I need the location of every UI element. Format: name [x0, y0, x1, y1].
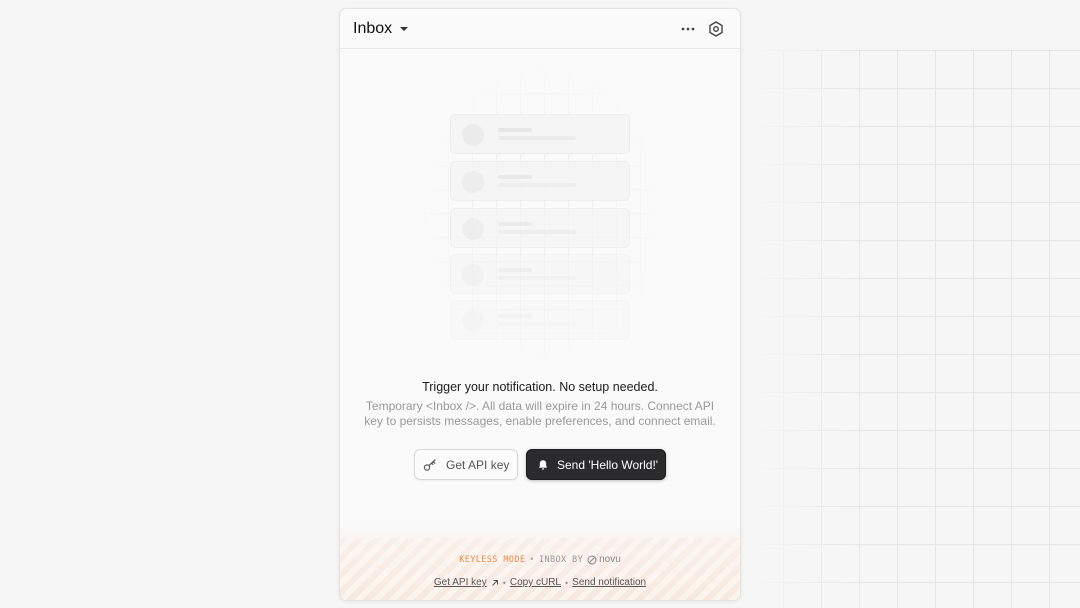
footer-fade [340, 524, 740, 538]
placeholder-line [498, 222, 532, 226]
placeholder-avatar [462, 171, 484, 193]
footer-link-send-notification[interactable]: Send notification [572, 577, 646, 588]
more-options-button[interactable] [679, 21, 697, 37]
placeholder-notification-card [450, 300, 630, 340]
more-horizontal-icon [681, 27, 695, 31]
separator-dot: • [502, 577, 506, 588]
keyless-footer [340, 538, 740, 600]
inbox-title: Inbox [353, 19, 393, 37]
placeholder-notification-card [450, 254, 630, 294]
placeholder-line [498, 128, 532, 132]
placeholder-line [498, 183, 576, 187]
background-grid [745, 50, 1080, 608]
empty-state-illustration [424, 69, 660, 359]
send-hello-world-label: Send 'Hello World!' [557, 457, 659, 472]
footer-links: Get API key • Copy cURL • Send notificat… [339, 577, 741, 588]
footer-link-get-api-key[interactable]: Get API key [434, 577, 487, 588]
novu-brand: novu [587, 554, 621, 565]
novu-logo-icon [587, 555, 597, 564]
inbox-header: Inbox [340, 9, 740, 49]
caret-down-icon [400, 26, 409, 31]
placeholder-line [498, 276, 576, 280]
inbox-by-label: INBOX BY [538, 554, 584, 565]
placeholder-line [498, 322, 576, 326]
separator-dot: • [529, 554, 535, 565]
key-icon [423, 458, 436, 471]
inbox-panel: Inbox Trigger your notification. No setu… [339, 8, 741, 601]
get-api-key-label: Get API key [446, 457, 510, 472]
placeholder-notification-card [450, 208, 630, 248]
separator-dot: • [565, 577, 569, 588]
get-api-key-button[interactable]: Get API key [414, 449, 518, 480]
placeholder-line [498, 314, 532, 318]
placeholder-notification-card [450, 114, 630, 154]
empty-state-description: Temporary <Inbox />. All data will expir… [364, 399, 716, 428]
placeholder-line [498, 136, 576, 140]
novu-brand-label: novu [599, 554, 621, 565]
external-link-icon [491, 579, 498, 586]
placeholder-avatar [462, 124, 484, 146]
inbox-title-dropdown[interactable]: Inbox [353, 19, 409, 38]
settings-button[interactable] [707, 20, 725, 38]
footer-link-copy-curl[interactable]: Copy cURL [510, 577, 561, 588]
keyless-mode-line: KEYLESS MODE • INBOX BY novu [339, 554, 741, 565]
keyless-mode-label: KEYLESS MODE [459, 554, 526, 565]
settings-hexagon-icon [709, 21, 723, 37]
placeholder-avatar [462, 310, 484, 332]
placeholder-notification-card [450, 161, 630, 201]
placeholder-avatar [462, 218, 484, 240]
placeholder-line [498, 175, 532, 179]
placeholder-line [498, 230, 576, 234]
send-hello-world-button[interactable]: Send 'Hello World!' [526, 449, 666, 480]
empty-state-heading: Trigger your notification. No setup need… [422, 380, 658, 394]
placeholder-line [498, 268, 532, 272]
bell-icon [538, 459, 548, 470]
placeholder-avatar [462, 264, 484, 286]
